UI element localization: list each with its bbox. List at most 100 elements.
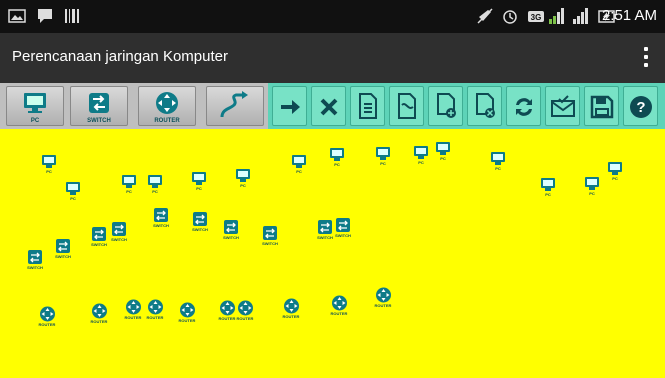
pc-icon (414, 146, 428, 159)
pc-node[interactable]: PC (537, 178, 559, 204)
switch-node[interactable]: SWITCH (150, 208, 172, 234)
bbm-icon (38, 9, 52, 23)
pc-node[interactable]: PC (232, 169, 254, 195)
switch-node[interactable]: SWITCH (88, 227, 110, 253)
router-node[interactable]: ROUTER (328, 295, 350, 321)
pc-label: PC (418, 160, 424, 165)
router-icon (147, 299, 163, 315)
new-document-button[interactable] (350, 86, 385, 126)
switch-node[interactable]: SWITCH (220, 220, 242, 246)
switch-node[interactable]: SWITCH (332, 218, 354, 244)
delete-button[interactable] (311, 86, 346, 126)
switch-label: SWITCH (153, 223, 169, 228)
pc-node[interactable]: PC (487, 152, 509, 178)
barcode-icon (65, 9, 79, 23)
router-label: ROUTER (38, 322, 56, 327)
help-button[interactable]: ? (623, 86, 658, 126)
add-switch-button[interactable]: SWITCH (70, 86, 128, 126)
router-node[interactable]: ROUTER (122, 299, 144, 325)
router-label: ROUTER (124, 315, 142, 320)
pc-node[interactable]: PC (326, 148, 348, 174)
network-canvas[interactable]: PC PC PC PC PC PC PC PC PC PC PC PC PC PC PC SWITCH SWIT… (0, 129, 665, 378)
switch-icon (28, 250, 42, 264)
pc-icon (192, 172, 206, 185)
pc-node[interactable]: PC (188, 172, 210, 198)
app-title: Perencanaan jaringan Komputer (12, 48, 228, 65)
image-icon (8, 9, 26, 23)
pc-node[interactable]: PC (604, 162, 626, 188)
select-tool-button[interactable] (272, 86, 307, 126)
signal-icon (549, 8, 564, 24)
svg-text:3G: 3G (531, 13, 542, 22)
switch-icon (56, 239, 70, 253)
pc-node[interactable]: PC (144, 175, 166, 201)
signal-icon (573, 8, 588, 24)
switch-icon (224, 220, 238, 234)
switch-node[interactable]: SWITCH (52, 239, 74, 265)
switch-label: SWITCH (223, 235, 239, 240)
pc-node[interactable]: PC (410, 146, 432, 172)
router-label: ROUTER (90, 319, 108, 324)
switch-icon (92, 227, 106, 241)
router-node[interactable]: ROUTER (144, 299, 166, 325)
add-cable-button[interactable] (206, 86, 264, 126)
switch-label: SWITCH (27, 265, 43, 270)
mail-check-icon (550, 95, 575, 117)
pc-icon (436, 142, 450, 155)
pc-node[interactable]: PC (288, 155, 310, 181)
action-toolbar: ? (268, 83, 665, 129)
router-node[interactable]: ROUTER (36, 306, 58, 332)
refresh-button[interactable] (506, 86, 541, 126)
overflow-menu-icon[interactable] (641, 45, 651, 71)
switch-node[interactable]: SWITCH (24, 250, 46, 276)
pc-icon (236, 169, 250, 182)
pc-icon (585, 177, 599, 190)
document-remove-button[interactable] (467, 86, 502, 126)
switch-node[interactable]: SWITCH (189, 212, 211, 238)
pc-icon (66, 182, 80, 195)
add-pc-button[interactable]: PC (6, 86, 64, 126)
router-icon (237, 300, 253, 316)
pc-button-label: PC (30, 118, 40, 124)
3g-icon: 3G (528, 11, 544, 22)
status-bar: 3G 2:51 AM (0, 0, 665, 33)
save-icon (590, 95, 613, 119)
router-node[interactable]: ROUTER (234, 300, 256, 326)
pc-icon (608, 162, 622, 175)
router-node[interactable]: ROUTER (372, 287, 394, 313)
switch-node[interactable]: SWITCH (259, 226, 281, 252)
refresh-icon (515, 98, 532, 116)
router-node[interactable]: ROUTER (88, 303, 110, 329)
document-remove-icon (475, 93, 495, 118)
pc-node[interactable]: PC (118, 175, 140, 201)
svg-text:?: ? (636, 99, 645, 116)
pc-label: PC (240, 183, 246, 188)
pc-node[interactable]: PC (372, 147, 394, 173)
alarm-icon (503, 10, 517, 24)
pc-node[interactable]: PC (38, 155, 60, 181)
save-button[interactable] (584, 86, 619, 126)
action-bar: Perencanaan jaringan Komputer (0, 33, 665, 83)
router-node[interactable]: ROUTER (280, 298, 302, 324)
send-button[interactable] (545, 86, 580, 126)
pc-label: PC (196, 186, 202, 191)
pc-label: PC (440, 156, 446, 161)
pc-node[interactable]: PC (62, 182, 84, 208)
pc-node[interactable]: PC (581, 177, 603, 203)
pc-label: PC (46, 169, 52, 174)
switch-icon (154, 208, 168, 222)
add-router-button[interactable]: ROUTER (138, 86, 196, 126)
pc-icon (148, 175, 162, 188)
pc-label: PC (334, 162, 340, 167)
router-button-label: ROUTER (154, 118, 180, 124)
switch-node[interactable]: SWITCH (108, 222, 130, 248)
document-add-button[interactable] (428, 86, 463, 126)
router-node[interactable]: ROUTER (176, 302, 198, 328)
help-icon: ? (629, 96, 652, 118)
router-icon (156, 92, 178, 114)
document-connect-button[interactable] (389, 86, 424, 126)
document-connect-icon (397, 93, 416, 119)
switch-label: SWITCH (192, 227, 208, 232)
pc-node[interactable]: PC (432, 142, 454, 168)
arrow-right-icon (280, 100, 300, 114)
